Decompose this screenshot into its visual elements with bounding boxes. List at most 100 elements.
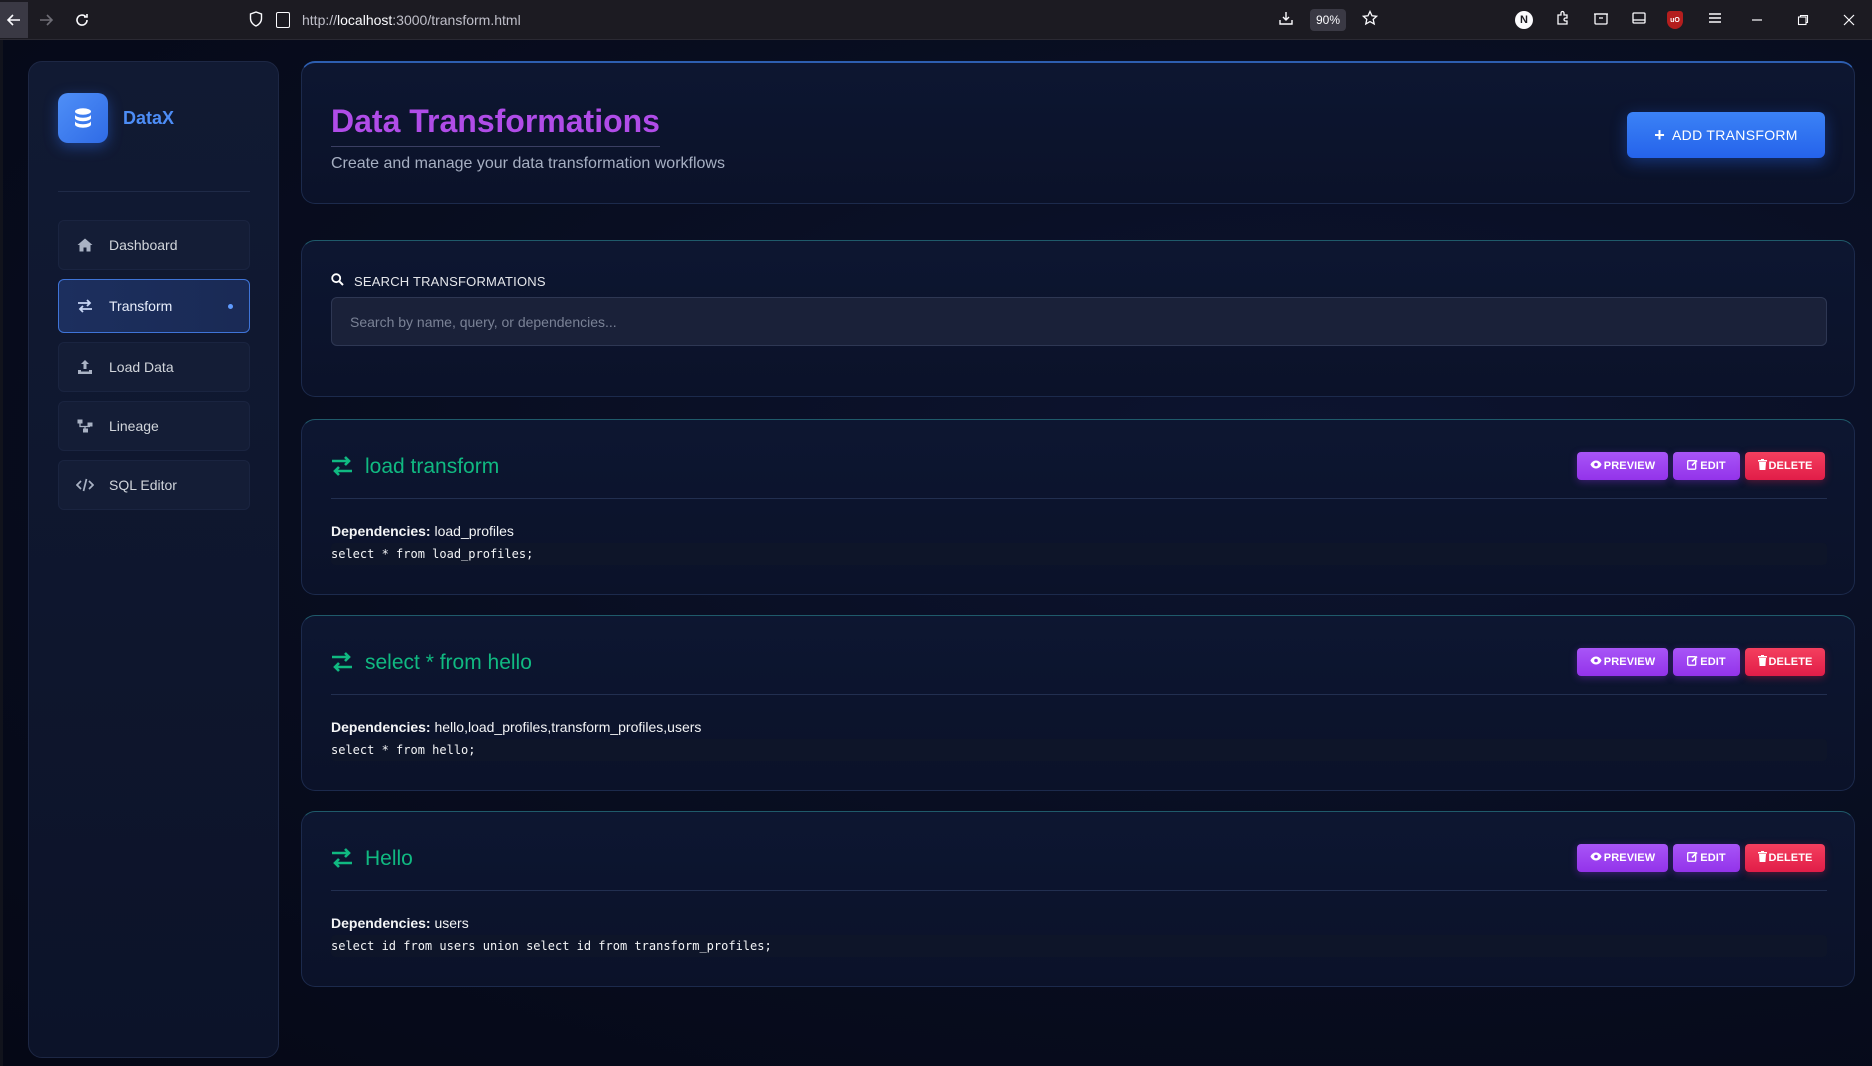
search-icon bbox=[331, 273, 344, 289]
brand[interactable]: DataX bbox=[58, 93, 174, 143]
sidebar-item-sql-editor[interactable]: SQL Editor bbox=[58, 460, 250, 510]
delete-button[interactable]: DELETE bbox=[1745, 452, 1825, 480]
sidebar: DataX Dashboard Transform Load Data Line… bbox=[28, 61, 279, 1058]
edit-label: EDIT bbox=[1700, 656, 1726, 668]
transform-dependencies: Dependencies: users bbox=[331, 915, 469, 931]
back-button[interactable] bbox=[0, 1, 28, 38]
page-title: Data Transformations bbox=[331, 103, 660, 147]
arrows-exchange-icon bbox=[331, 652, 353, 677]
arrow-right-icon bbox=[40, 13, 54, 26]
upload-icon bbox=[76, 359, 94, 375]
transform-name: load transform bbox=[365, 455, 500, 478]
sidebar-item-label: SQL Editor bbox=[109, 477, 177, 493]
sidebar-item-label: Load Data bbox=[109, 359, 174, 375]
search-label-text: SEARCH TRANSFORMATIONS bbox=[354, 273, 546, 289]
trash-icon bbox=[1757, 851, 1767, 865]
card-divider bbox=[331, 498, 1827, 499]
preview-button[interactable]: PREVIEW bbox=[1577, 844, 1668, 872]
container-icon[interactable] bbox=[1591, 10, 1611, 31]
ublock-icon[interactable]: uO bbox=[1667, 11, 1687, 29]
plus-icon: + bbox=[1654, 124, 1666, 145]
transform-actions: PREVIEW EDIT DELETE bbox=[1577, 844, 1825, 872]
card-divider bbox=[331, 890, 1827, 891]
delete-label: DELETE bbox=[1768, 656, 1813, 668]
page-header: Data Transformations Create and manage y… bbox=[301, 61, 1855, 204]
app-root: DataX Dashboard Transform Load Data Line… bbox=[0, 40, 1872, 1066]
search-input[interactable] bbox=[331, 297, 1827, 346]
edit-button[interactable]: EDIT bbox=[1673, 648, 1740, 676]
minimize-button[interactable] bbox=[1734, 0, 1780, 40]
shield-icon[interactable] bbox=[248, 10, 264, 30]
edit-button[interactable]: EDIT bbox=[1673, 844, 1740, 872]
transform-dependencies: Dependencies: hello,load_profiles,transf… bbox=[331, 719, 701, 735]
menu-icon[interactable] bbox=[1705, 10, 1725, 31]
close-icon bbox=[1843, 14, 1855, 26]
sidebar-item-load-data[interactable]: Load Data bbox=[58, 342, 250, 392]
puzzle-icon[interactable] bbox=[1553, 10, 1573, 31]
database-icon bbox=[58, 93, 108, 143]
sidebar-toggle-icon[interactable] bbox=[1629, 10, 1649, 31]
brand-name: DataX bbox=[123, 107, 175, 128]
eye-icon bbox=[1590, 460, 1602, 472]
dependencies-label: Dependencies: bbox=[331, 915, 431, 931]
star-icon[interactable] bbox=[1360, 9, 1380, 31]
page-icon bbox=[276, 12, 290, 28]
download-icon[interactable] bbox=[1276, 10, 1296, 31]
card-divider bbox=[331, 694, 1827, 695]
restore-button[interactable] bbox=[1780, 0, 1826, 40]
sidebar-item-lineage[interactable]: Lineage bbox=[58, 401, 250, 451]
transform-query: select * from hello; bbox=[331, 739, 1827, 761]
edit-icon bbox=[1687, 851, 1698, 865]
transform-card: select * from hello PREVIEW EDIT DELETE … bbox=[301, 615, 1855, 791]
transform-actions: PREVIEW EDIT DELETE bbox=[1577, 452, 1825, 480]
delete-button[interactable]: DELETE bbox=[1745, 844, 1825, 872]
home-icon bbox=[76, 238, 94, 252]
transform-query: select id from users union select id fro… bbox=[331, 935, 1827, 957]
arrows-exchange-icon bbox=[331, 848, 353, 873]
trash-icon bbox=[1757, 655, 1767, 669]
sidebar-divider bbox=[58, 191, 250, 192]
sidebar-item-transform[interactable]: Transform bbox=[58, 279, 250, 333]
edit-icon bbox=[1687, 459, 1698, 473]
notion-extension-icon[interactable]: N bbox=[1515, 11, 1535, 29]
sidebar-item-dashboard[interactable]: Dashboard bbox=[58, 220, 250, 270]
dependencies-label: Dependencies: bbox=[331, 523, 431, 539]
preview-button[interactable]: PREVIEW bbox=[1577, 452, 1668, 480]
transform-card: Hello PREVIEW EDIT DELETE Dependencies: … bbox=[301, 811, 1855, 987]
eye-icon bbox=[1590, 656, 1602, 668]
arrow-left-icon bbox=[6, 13, 20, 26]
zoom-level[interactable]: 90% bbox=[1309, 9, 1346, 31]
close-button[interactable] bbox=[1826, 0, 1872, 40]
add-transform-button[interactable]: + ADD TRANSFORM bbox=[1627, 112, 1825, 158]
url-bar[interactable]: http://localhost:3000/transform.html 90% bbox=[238, 4, 1390, 36]
sidebar-item-label: Dashboard bbox=[109, 237, 178, 253]
search-panel: SEARCH TRANSFORMATIONS bbox=[301, 240, 1855, 397]
arrows-exchange-icon bbox=[331, 456, 353, 481]
delete-label: DELETE bbox=[1768, 460, 1813, 472]
sidebar-item-label: Transform bbox=[109, 298, 173, 314]
reload-button[interactable] bbox=[64, 2, 100, 38]
eye-icon bbox=[1590, 852, 1602, 864]
preview-button[interactable]: PREVIEW bbox=[1577, 648, 1668, 676]
main-content: Data Transformations Create and manage y… bbox=[301, 61, 1855, 987]
dependencies-value: hello,load_profiles,transform_profiles,u… bbox=[434, 719, 702, 735]
forward-button[interactable] bbox=[28, 2, 64, 38]
edit-icon bbox=[1687, 655, 1698, 669]
browser-extensions: N uO bbox=[1506, 0, 1872, 40]
sidebar-item-label: Lineage bbox=[109, 418, 159, 434]
add-transform-label: ADD TRANSFORM bbox=[1672, 127, 1798, 143]
delete-button[interactable]: DELETE bbox=[1745, 648, 1825, 676]
url-host: localhost bbox=[337, 12, 393, 28]
code-icon bbox=[76, 478, 94, 492]
dependencies-value: users bbox=[434, 915, 469, 931]
edit-button[interactable]: EDIT bbox=[1673, 452, 1740, 480]
transform-name: select * from hello bbox=[365, 651, 532, 674]
arrows-exchange-icon bbox=[76, 299, 94, 313]
url-text[interactable]: http://localhost:3000/transform.html bbox=[302, 12, 521, 28]
transform-dependencies: Dependencies: load_profiles bbox=[331, 523, 514, 539]
transform-card: load transform PREVIEW EDIT DELETE Depen… bbox=[301, 419, 1855, 595]
active-indicator-dot bbox=[228, 303, 233, 309]
browser-toolbar: http://localhost:3000/transform.html 90%… bbox=[0, 0, 1872, 40]
transform-query: select * from load_profiles; bbox=[331, 543, 1827, 565]
page-subtitle: Create and manage your data transformati… bbox=[331, 155, 725, 172]
